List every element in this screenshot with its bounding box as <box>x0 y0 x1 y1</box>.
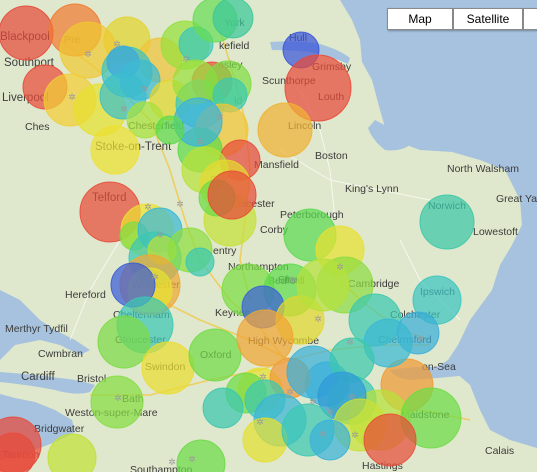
station-marker-icon[interactable]: ✲ <box>114 393 122 403</box>
map-svg[interactable]: BlackpoolSouthportLiverpoolYorkkefieldHu… <box>0 0 537 472</box>
coverage-circle-c43[interactable] <box>207 170 257 220</box>
station-marker-icon[interactable]: ✲ <box>182 54 190 64</box>
coverage-circle-c31[interactable] <box>257 102 313 158</box>
place-label-lowestoft: Lowestoft <box>473 226 518 238</box>
place-label-great-yarmouth: Great Yarmouth <box>496 193 537 205</box>
station-marker-icon[interactable]: ✲ <box>84 49 92 59</box>
station-marker-icon[interactable]: ✲ <box>289 275 297 285</box>
station-marker-icon[interactable]: ✲ <box>346 337 354 347</box>
station-marker-icon[interactable]: ✲ <box>120 104 128 114</box>
station-marker-icon[interactable]: ✲ <box>176 199 184 209</box>
coverage-circle-c10[interactable] <box>212 0 254 39</box>
place-label-coventry: entry <box>213 245 237 257</box>
station-marker-icon[interactable]: ✲ <box>326 407 334 417</box>
station-marker-icon[interactable]: ✲ <box>156 230 164 240</box>
coverage-circle-c82[interactable] <box>309 419 351 461</box>
place-label-boston: Boston <box>315 150 348 162</box>
coverage-circle-c78[interactable] <box>242 417 288 463</box>
coverage-circle-c48[interactable] <box>185 247 215 277</box>
place-label-ches: Ches <box>25 121 50 133</box>
satellite-type-button[interactable]: Satellite <box>453 8 523 30</box>
station-marker-icon[interactable]: ✲ <box>416 334 424 344</box>
place-label-bridgwater: Bridgwater <box>34 423 85 435</box>
coverage-circle-c65[interactable] <box>141 341 195 395</box>
coverage-circle-c33[interactable] <box>90 125 140 175</box>
map-type-button[interactable]: Map <box>387 8 453 30</box>
station-marker-icon[interactable]: ✲ <box>351 430 359 440</box>
coverage-circle-c89[interactable] <box>236 309 294 367</box>
coverage-circle-c29[interactable] <box>155 115 185 145</box>
station-marker-icon[interactable]: ✲ <box>188 454 196 464</box>
place-label-cwmbran: Cwmbran <box>38 348 83 360</box>
map-canvas[interactable]: BlackpoolSouthportLiverpoolYorkkefieldHu… <box>0 0 537 472</box>
place-label-merthyr: Merthyr Tydfil <box>5 323 68 335</box>
coverage-circle-c67[interactable] <box>188 328 242 382</box>
station-marker-icon[interactable]: ✲ <box>348 392 356 402</box>
place-label-calais: Calais <box>485 445 514 457</box>
station-marker-icon[interactable]: ✲ <box>256 417 264 427</box>
station-marker-icon[interactable]: ✲ <box>141 84 149 94</box>
station-marker-icon[interactable]: ✲ <box>309 397 317 407</box>
place-label-kings-lynn: King's Lynn <box>345 183 399 195</box>
place-label-hereford: Hereford <box>65 289 106 301</box>
station-marker-icon[interactable]: ✲ <box>168 457 176 467</box>
station-marker-icon[interactable]: ✲ <box>151 272 159 282</box>
coverage-circle-c64[interactable] <box>97 315 151 369</box>
coverage-circle-c90[interactable] <box>202 387 244 429</box>
coverage-circle-c85[interactable] <box>363 413 417 467</box>
station-marker-icon[interactable]: ✲ <box>314 314 322 324</box>
place-label-wakefield: kefield <box>219 40 250 52</box>
station-marker-icon[interactable]: ✲ <box>336 262 344 272</box>
coverage-circle-c01[interactable] <box>0 5 54 61</box>
place-label-cardiff: Cardiff <box>21 371 55 383</box>
place-label-north-walsham: North Walsham <box>447 163 519 175</box>
map-type-control[interactable]: Map Satellite <box>387 8 537 30</box>
station-marker-icon[interactable]: ✲ <box>113 39 121 49</box>
station-marker-icon[interactable]: ✲ <box>319 429 327 439</box>
station-marker-icon[interactable]: ✲ <box>259 372 267 382</box>
coverage-circle-c57[interactable] <box>419 194 475 250</box>
station-marker-icon[interactable]: ✲ <box>196 137 204 147</box>
station-marker-icon[interactable]: ✲ <box>144 202 152 212</box>
map-type-overflow-button[interactable] <box>523 8 537 30</box>
place-label-mansfield: Mansfield <box>254 159 299 171</box>
station-marker-icon[interactable]: ✲ <box>216 112 224 122</box>
station-marker-icon[interactable]: ✲ <box>68 92 76 102</box>
station-marker-icon[interactable]: ✲ <box>286 387 294 397</box>
